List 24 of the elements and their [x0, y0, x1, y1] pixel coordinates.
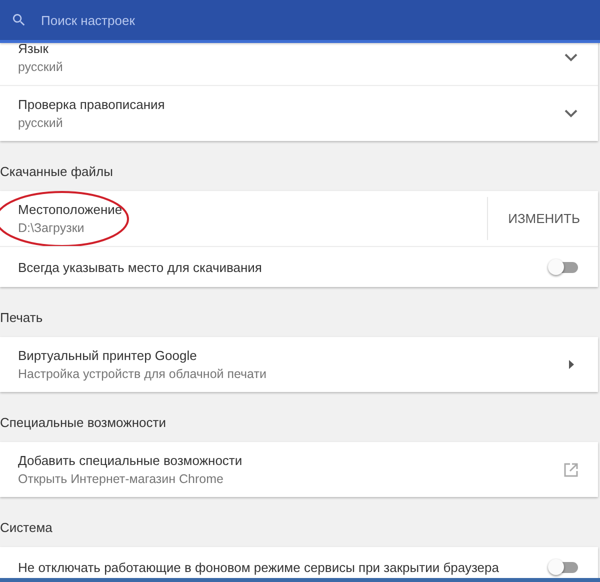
setting-title: Всегда указывать место для скачивания: [18, 260, 262, 274]
setting-title: Местоположение: [18, 202, 122, 217]
change-button[interactable]: ИЗМЕНИТЬ: [506, 203, 582, 234]
setting-value: Настройка устройств для облачной печати: [18, 367, 266, 381]
chevron-down-icon[interactable]: [564, 53, 578, 62]
setting-title: Проверка правописания: [18, 97, 165, 112]
setting-value: D:\Загрузки: [18, 221, 84, 235]
search-field[interactable]: Поиск настроек: [41, 12, 341, 28]
search-icon: [11, 12, 27, 28]
section-heading: Специальные возможности: [0, 415, 166, 430]
setting-title: Виртуальный принтер Google: [18, 348, 197, 363]
setting-title: Добавить специальные возможности: [18, 453, 242, 468]
toggle-switch[interactable]: [548, 259, 578, 275]
setting-value: русский: [18, 60, 63, 74]
setting-title: Не отключать работающие в фоновом режиме сервисы при закрытии браузера: [18, 560, 499, 574]
section-heading: Печать: [0, 310, 43, 325]
setting-value: русский: [18, 116, 63, 130]
toggle-switch[interactable]: [548, 559, 578, 575]
setting-value: Открыть Интернет-магазин Chrome: [18, 472, 224, 486]
section-heading: Скачанные файлы: [0, 164, 113, 179]
arrow-right-icon[interactable]: [569, 360, 574, 369]
setting-title: Язык: [18, 43, 48, 56]
section-heading: Система: [0, 520, 52, 535]
chevron-down-icon[interactable]: [564, 109, 578, 118]
